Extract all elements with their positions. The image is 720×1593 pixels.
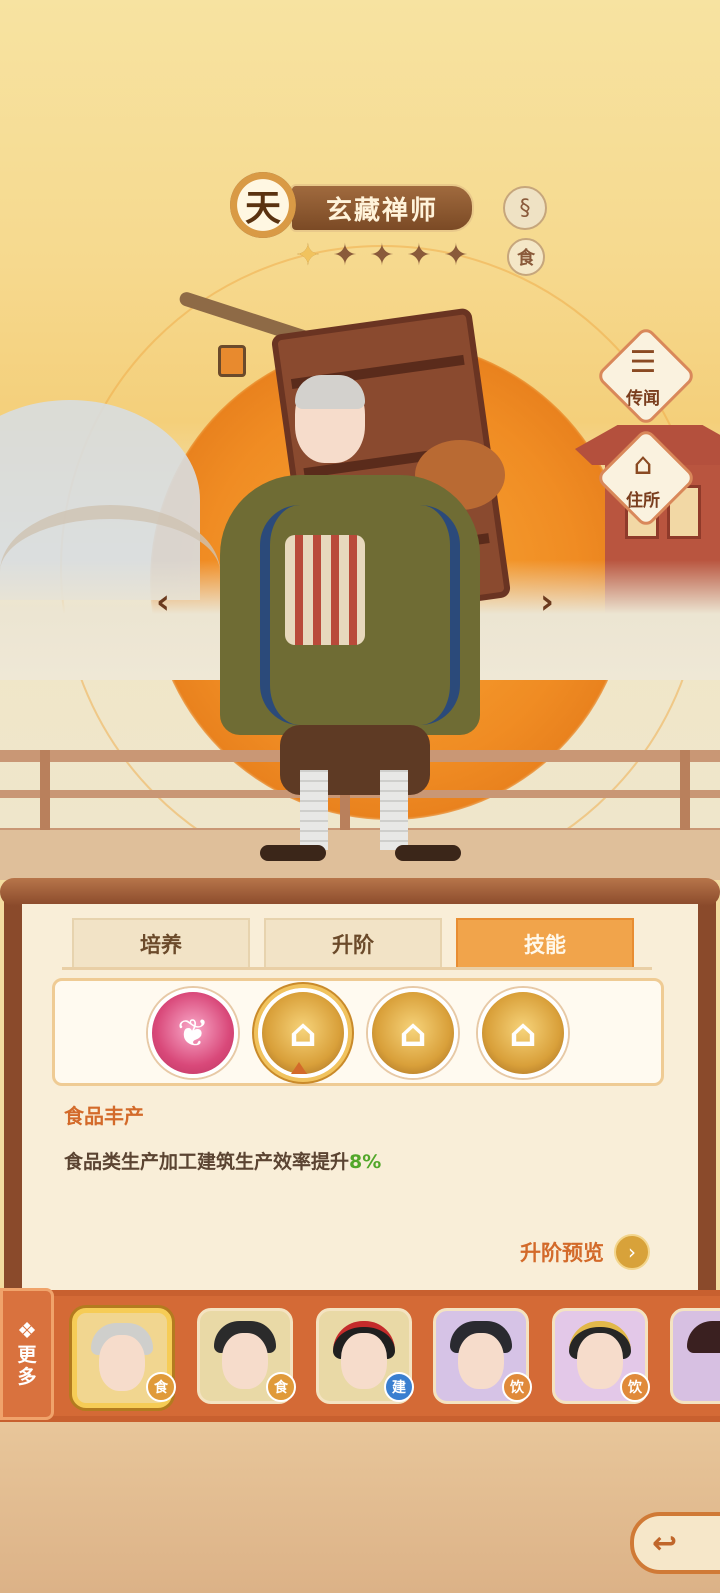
tab-cultivate[interactable]: 培养: [72, 918, 250, 970]
house-up-icon: ⌂: [399, 1011, 427, 1055]
roster-tag: 食: [266, 1372, 296, 1402]
skill-description: 食品类生产加工建筑生产效率提升8%: [64, 1151, 382, 1173]
rumor-button[interactable]: ☰ 传闻: [608, 344, 678, 409]
right-leg: [380, 770, 408, 850]
roster-tag: 饮: [620, 1372, 650, 1402]
roster-tag: 食: [146, 1372, 176, 1402]
character-figure: [177, 270, 540, 880]
star-rating: ✦ ✦ ✦ ✦ ✦: [292, 240, 472, 274]
sprout-icon: ❦: [177, 1011, 209, 1055]
ascend-preview-label: 升阶预览: [520, 1240, 604, 1265]
tab-skills[interactable]: 技能: [456, 918, 634, 970]
roster-portrait-partial[interactable]: [670, 1308, 720, 1404]
tab-bar: 培养 升阶 技能: [72, 918, 634, 970]
prev-character-button[interactable]: ‹: [146, 582, 180, 622]
lantern: [218, 345, 246, 377]
type-badge: 食: [507, 238, 545, 276]
diamond-icon: ❖: [17, 1319, 37, 1344]
striped-vest: [285, 535, 365, 645]
back-arrow-icon: ↩: [652, 1525, 678, 1561]
star-icon: ✦: [443, 238, 469, 273]
character-name: 玄藏禅师: [290, 184, 474, 232]
skill-slot-1[interactable]: ❦: [148, 988, 238, 1078]
left-sandal: [260, 845, 326, 861]
star-icon: ✦: [406, 238, 432, 273]
chevron-right-icon: ›: [614, 1234, 650, 1270]
residence-button[interactable]: ⌂ 住所: [608, 446, 678, 511]
tab-divider: [62, 967, 652, 970]
selected-caret-icon: [291, 1062, 307, 1074]
star-icon: ✦: [369, 238, 395, 273]
skill-list: [52, 978, 664, 1086]
bottom-area: [0, 1422, 720, 1593]
panel-frame-top: [0, 878, 720, 906]
house-icon: ⌂: [633, 447, 653, 482]
next-character-button[interactable]: ›: [530, 582, 564, 622]
scene-background: [0, 0, 720, 880]
roster-tag: 饮: [502, 1372, 532, 1402]
skill-slot-3[interactable]: ⌂: [368, 988, 458, 1078]
rumor-label: 传闻: [626, 389, 660, 409]
skill-value: 8%: [349, 1151, 382, 1173]
tab-ascend[interactable]: 升阶: [264, 918, 442, 970]
right-sandal: [395, 845, 461, 861]
residence-label: 住所: [626, 491, 660, 511]
grade-badge: 天: [230, 172, 296, 238]
scroll-icon: ☰: [629, 345, 657, 380]
character-head: [295, 375, 365, 463]
ascend-preview-button[interactable]: 升阶预览 ›: [520, 1234, 650, 1270]
left-leg: [300, 770, 328, 850]
skill-slot-4[interactable]: ⌂: [478, 988, 568, 1078]
more-button[interactable]: ❖ 更 多: [0, 1288, 54, 1420]
star-icon: ✦: [295, 238, 321, 273]
skill-name: 食品丰产: [64, 1104, 144, 1128]
swirl-icon[interactable]: §: [503, 186, 547, 230]
star-icon: ✦: [332, 238, 358, 273]
roster-tag: 建: [384, 1372, 414, 1402]
house-plus-icon: ⌂: [509, 1011, 537, 1055]
back-button[interactable]: ↩: [630, 1512, 720, 1574]
